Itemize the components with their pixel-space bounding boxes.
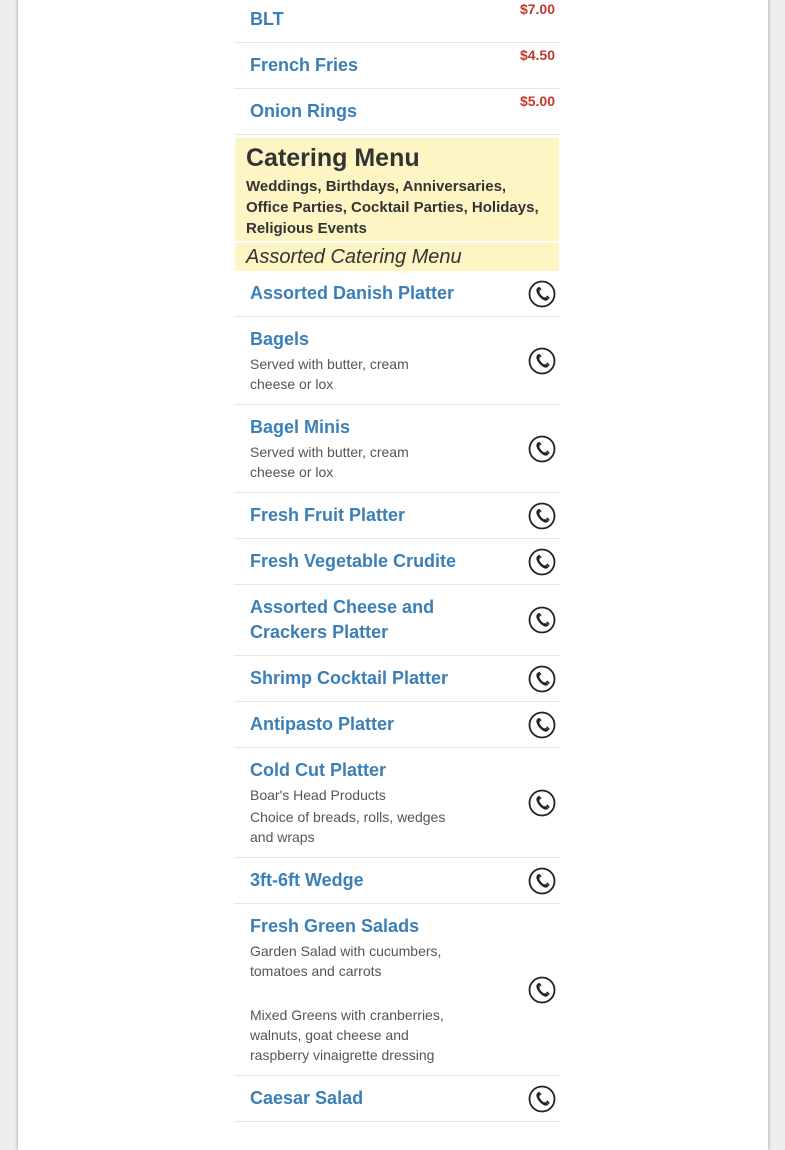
phone-icon[interactable] <box>528 548 556 576</box>
phone-icon[interactable] <box>528 606 556 634</box>
menu-list: on sliced bread$5.00BLT$7.00French Fries… <box>234 0 560 1122</box>
phone-icon[interactable] <box>528 347 556 375</box>
phone-icon[interactable] <box>528 665 556 693</box>
item-name: French Fries <box>250 55 359 75</box>
phone-icon[interactable] <box>528 867 556 895</box>
catering-items: Assorted Danish Platter Bagels Served with… <box>234 271 560 1122</box>
item-name: BLT <box>250 9 284 29</box>
catering-header: Catering Menu Weddings, Birthdays, Anniv… <box>235 138 559 241</box>
menu-item: Bagels Served with butter, cream cheese o… <box>234 317 560 405</box>
phone-icon[interactable] <box>528 711 556 739</box>
menu-item: Antipasto Platter <box>234 702 560 748</box>
menu-item: Fresh Vegetable Crudite <box>234 539 560 585</box>
top-items: on sliced bread$5.00BLT$7.00French Fries… <box>234 0 560 135</box>
item-description: Boar's Head Products <box>250 787 386 803</box>
item-name: Fresh Fruit Platter <box>250 505 406 525</box>
item-description: Served with butter, cream cheese or lox <box>250 356 409 392</box>
menu-item: Shrimp Cocktail Platter <box>234 656 560 702</box>
item-name: Caesar Salad <box>250 1088 364 1108</box>
item-name: Cold Cut Platter <box>250 760 387 780</box>
item-name: Antipasto Platter <box>250 714 395 734</box>
item-name: Onion Rings <box>250 101 357 121</box>
catering-title: Catering Menu <box>246 144 420 172</box>
item-description: Served with butter, cream cheese or lox <box>250 444 409 480</box>
phone-icon[interactable] <box>528 502 556 530</box>
menu-page: on sliced bread$5.00BLT$7.00French Fries… <box>18 0 768 1150</box>
menu-item: Caesar Salad <box>234 1076 560 1122</box>
menu-item: Fresh Green Salads Garden Salad with cucu… <box>234 904 560 1076</box>
item-price: $5.00 <box>519 93 555 109</box>
item-description: Garden Salad with cucumbers, tomatoes an… <box>250 943 442 979</box>
menu-item: Assorted Danish Platter <box>234 271 560 317</box>
item-name: Assorted Cheese and Crackers Platter <box>250 597 435 642</box>
item-name: Fresh Green Salads <box>250 916 420 936</box>
item-price: $7.00 <box>519 1 555 17</box>
menu-item: Cold Cut Platter Boar's Head Products Choi… <box>234 748 560 858</box>
item-name: Assorted Danish Platter <box>250 283 455 303</box>
phone-icon[interactable] <box>528 976 556 1004</box>
menu-item: Assorted Cheese and Crackers Platter <box>234 585 560 656</box>
phone-icon[interactable] <box>528 280 556 308</box>
menu-item: French Fries $4.50 <box>234 43 560 89</box>
item-price: $4.50 <box>519 47 555 63</box>
phone-icon[interactable] <box>528 789 556 817</box>
menu-item: Onion Rings $5.00 <box>234 89 560 135</box>
menu-item: Bagel Minis Served with butter, cream che… <box>234 405 560 493</box>
item-name: Bagel Minis <box>250 417 351 437</box>
item-description: Mixed Greens with cranberries, walnuts, … <box>250 1007 444 1063</box>
item-description: Choice of breads, rolls, wedges and wrap… <box>250 809 446 845</box>
menu-item: BLT $7.00 <box>234 0 560 43</box>
menu-item: Fresh Fruit Platter <box>234 493 560 539</box>
item-description <box>250 983 450 1003</box>
item-name: Fresh Vegetable Crudite <box>250 551 457 571</box>
phone-icon[interactable] <box>528 1085 556 1113</box>
phone-icon[interactable] <box>528 435 556 463</box>
item-name: Shrimp Cocktail Platter <box>250 668 449 688</box>
subcategory-title: Assorted Catering Menu <box>235 243 559 271</box>
item-name: Bagels <box>250 329 310 349</box>
item-name: 3ft-6ft Wedge <box>250 870 364 890</box>
catering-subtitle: Weddings, Birthdays, Anniversaries, Offi… <box>246 178 539 237</box>
menu-item: 3ft-6ft Wedge <box>234 858 560 904</box>
